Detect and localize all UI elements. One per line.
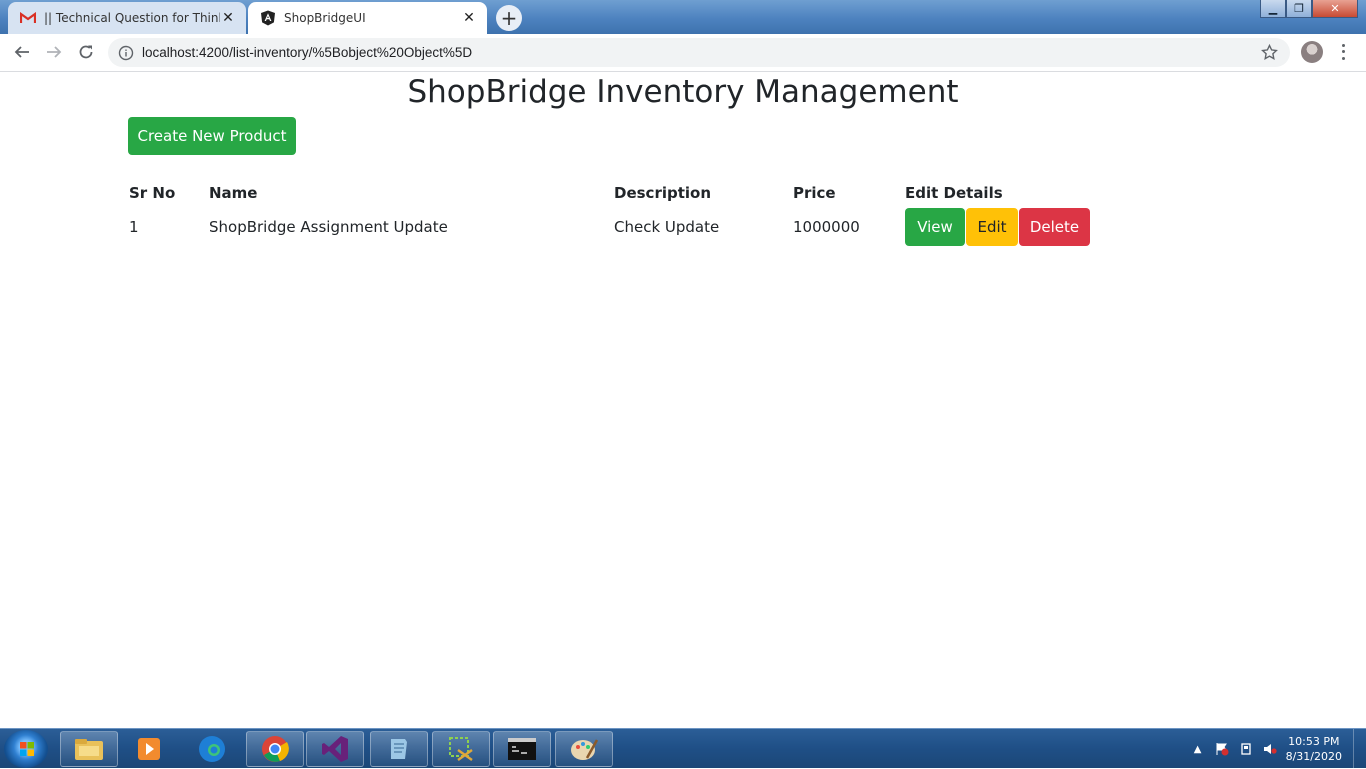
file-explorer-icon[interactable] [60, 731, 118, 767]
edit-button[interactable]: Edit [966, 208, 1018, 246]
close-tab-icon[interactable]: ✕ [220, 10, 236, 26]
cell-price: 1000000 [793, 218, 860, 236]
back-icon[interactable] [10, 40, 34, 64]
cell-description: Check Update [614, 218, 720, 236]
restore-button[interactable]: ❐ [1286, 0, 1312, 18]
column-header-price: Price [793, 184, 836, 202]
table-row: 1 ShopBridge Assignment Update Check Upd… [121, 206, 1113, 248]
notepad-icon[interactable] [370, 731, 428, 767]
create-new-product-button[interactable]: Create New Product [128, 117, 296, 155]
info-icon[interactable] [118, 45, 134, 61]
clock-date: 8/31/2020 [1285, 750, 1342, 763]
paint-icon[interactable] [555, 731, 613, 767]
column-header-name: Name [209, 184, 258, 202]
start-button[interactable] [4, 730, 48, 768]
windows-taskbar: ▲ 10:53 PM 8/31/2020 [0, 728, 1366, 769]
tab-title: ShopBridgeUI [284, 11, 366, 25]
new-tab-button[interactable]: + [496, 5, 522, 31]
forward-icon[interactable] [42, 40, 66, 64]
network-icon[interactable] [1238, 741, 1254, 757]
snipping-tool-icon[interactable] [432, 731, 490, 767]
address-bar[interactable]: localhost:4200/list-inventory/%5Bobject%… [108, 38, 1290, 67]
show-desktop-button[interactable] [1353, 729, 1366, 769]
column-header-description: Description [614, 184, 712, 202]
page-content: ShopBridge Inventory Management Create N… [0, 72, 1366, 728]
show-hidden-icons-icon[interactable]: ▲ [1190, 741, 1206, 757]
action-center-flag-icon[interactable] [1214, 741, 1230, 757]
cell-sr-no: 1 [129, 218, 139, 236]
system-tray: ▲ 10:53 PM 8/31/2020 [1190, 729, 1366, 769]
column-header-sr-no: Sr No [129, 184, 176, 202]
close-tab-icon[interactable]: ✕ [461, 10, 477, 26]
url-text: localhost:4200/list-inventory/%5Bobject%… [142, 45, 473, 60]
media-player-icon[interactable] [120, 731, 178, 767]
close-window-button[interactable]: ✕ [1312, 0, 1358, 18]
tab-gmail[interactable]: || Technical Question for Thinkbri ✕ [8, 2, 246, 34]
reload-icon[interactable] [74, 40, 98, 64]
clock-time: 10:53 PM [1288, 735, 1340, 748]
minimize-button[interactable]: ▁ [1260, 0, 1286, 18]
edge-icon[interactable] [183, 731, 241, 767]
tab-title: || Technical Question for Thinkbri [44, 11, 220, 25]
browser-toolbar: localhost:4200/list-inventory/%5Bobject%… [0, 34, 1366, 72]
cell-name: ShopBridge Assignment Update [209, 218, 448, 236]
view-button[interactable]: View [905, 208, 965, 246]
window-controls: ▁ ❐ ✕ [1260, 0, 1358, 18]
inventory-table: Sr No Name Description Price Edit Detail… [121, 180, 1113, 248]
browser-menu-icon[interactable] [1340, 42, 1346, 62]
row-actions: View Edit Delete [905, 208, 1105, 246]
profile-avatar[interactable] [1301, 41, 1323, 63]
browser-title-bar: || Technical Question for Thinkbri ✕ Sho… [0, 0, 1366, 34]
volume-muted-icon[interactable] [1262, 741, 1278, 757]
chrome-icon[interactable] [246, 731, 304, 767]
visual-studio-icon[interactable] [306, 731, 364, 767]
angular-icon [260, 10, 276, 26]
delete-button[interactable]: Delete [1019, 208, 1090, 246]
cell-actions: View Edit Delete [897, 206, 1113, 248]
gmail-icon [20, 10, 36, 26]
page-title: ShopBridge Inventory Management [407, 74, 959, 110]
command-prompt-icon[interactable] [493, 731, 551, 767]
tab-shopbridge[interactable]: ShopBridgeUI ✕ [248, 2, 487, 34]
taskbar-clock[interactable]: 10:53 PM 8/31/2020 [1286, 734, 1342, 764]
bookmark-star-icon[interactable] [1261, 43, 1278, 61]
windows-logo-icon [20, 742, 34, 756]
table-header-row: Sr No Name Description Price Edit Detail… [121, 180, 1113, 206]
column-header-edit-details: Edit Details [905, 184, 1003, 202]
